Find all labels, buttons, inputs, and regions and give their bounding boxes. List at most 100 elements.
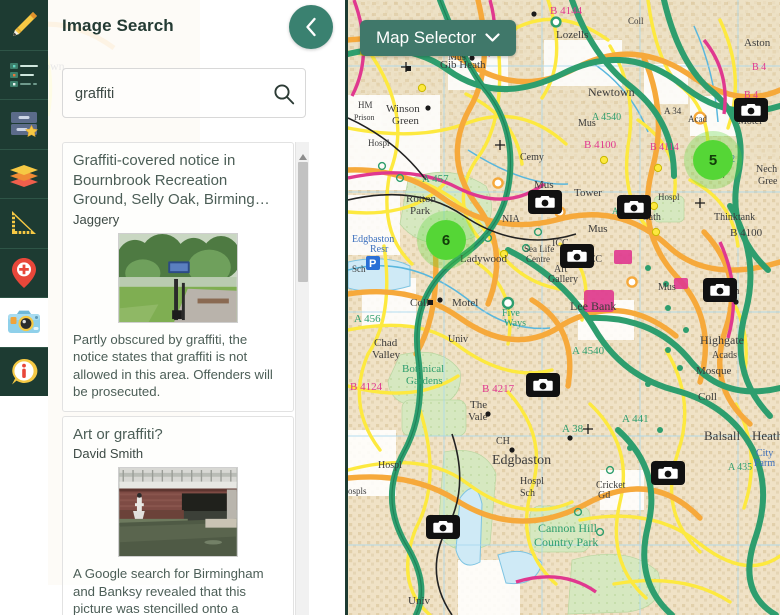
svg-text:Acads: Acads [712, 350, 737, 361]
svg-text:Country Park: Country Park [534, 535, 598, 549]
svg-text:Sea Life: Sea Life [524, 244, 554, 254]
result-title: Art or graffiti? [73, 425, 283, 445]
svg-text:Coll: Coll [410, 297, 429, 309]
svg-text:A 457: A 457 [422, 173, 449, 185]
svg-text:Rotton: Rotton [406, 193, 436, 205]
collapse-panel-button[interactable] [289, 5, 333, 49]
camera-icon [567, 249, 587, 263]
photo-marker[interactable] [528, 190, 562, 214]
svg-text:A 441: A 441 [622, 413, 649, 425]
chevron-left-icon [303, 16, 319, 38]
svg-text:Acad: Acad [688, 114, 707, 124]
svg-text:Hospl: Hospl [378, 460, 402, 471]
svg-text:NIA: NIA [502, 214, 521, 225]
search-results-list[interactable]: Graffiti-covered notice in Bournbrook Re… [62, 142, 294, 615]
svg-text:Hospl: Hospl [658, 192, 680, 202]
sidebar-item-draw[interactable] [0, 0, 48, 50]
svg-text:Gardens: Gardens [406, 375, 443, 387]
photo-marker[interactable] [560, 244, 594, 268]
result-thumbnail-wrap [73, 467, 283, 557]
camera-icon [433, 520, 453, 534]
list-item[interactable]: Graffiti-covered notice in Bournbrook Re… [62, 142, 294, 412]
svg-text:Hospl: Hospl [368, 138, 390, 148]
svg-text:Botanical: Botanical [402, 363, 444, 375]
svg-text:Centre: Centre [526, 254, 550, 264]
svg-text:Nech: Nech [756, 164, 777, 175]
svg-text:Valley: Valley [372, 349, 401, 361]
photo-marker[interactable] [426, 515, 460, 539]
svg-text:Resr: Resr [370, 244, 389, 255]
svg-text:Sch: Sch [352, 264, 366, 274]
svg-text:B 4100: B 4100 [730, 227, 763, 239]
camera-icon [741, 103, 761, 117]
svg-text:Gree: Gree [758, 176, 778, 187]
photo-marker[interactable] [703, 278, 737, 302]
svg-text:Sch: Sch [520, 488, 535, 499]
svg-text:Edgbaston: Edgbaston [492, 453, 551, 468]
map-canvas[interactable]: B 4144 Lozells Coll Aston Newtown A 34 A… [348, 0, 780, 615]
svg-text:Mosque: Mosque [696, 365, 732, 377]
result-thumbnail[interactable] [118, 467, 238, 557]
map-selector-button[interactable]: Map Selector [360, 20, 516, 56]
svg-text:Hospl: Hospl [520, 476, 544, 487]
parking-symbol: P [366, 256, 380, 270]
result-thumbnail[interactable] [118, 233, 238, 323]
result-thumbnail-wrap [73, 233, 283, 323]
svg-text:Mus: Mus [588, 223, 608, 235]
svg-text:Winson: Winson [386, 103, 420, 115]
photo-marker[interactable] [526, 373, 560, 397]
sidebar-item-places[interactable] [0, 248, 48, 298]
result-description: Partly obscured by graffiti, the notice … [73, 331, 283, 401]
sidebar-item-favourites[interactable] [0, 99, 48, 149]
photo-marker[interactable] [734, 98, 768, 122]
svg-text:Highgate: Highgate [700, 333, 744, 347]
svg-text:The: The [470, 399, 487, 411]
map-tiles: B 4144 Lozells Coll Aston Newtown A 34 A… [348, 0, 780, 615]
results-scrollbar[interactable] [295, 142, 309, 615]
svg-text:HM: HM [358, 100, 373, 110]
search-button[interactable] [271, 81, 297, 107]
svg-text:A 38: A 38 [562, 423, 584, 435]
sidebar-item-image-search[interactable] [0, 297, 48, 347]
sidebar-item-information[interactable] [0, 347, 48, 397]
svg-text:Ladywood: Ladywood [460, 253, 508, 265]
cluster-marker[interactable]: 6 [426, 220, 466, 260]
pin-icon [11, 257, 37, 289]
svg-text:Prison: Prison [354, 113, 374, 122]
app-root: B 4144 Lozells Coll Aston Newtown A 34 A… [0, 0, 780, 615]
svg-text:Mus: Mus [658, 282, 676, 293]
search-input[interactable] [75, 69, 265, 119]
svg-text:Univ: Univ [408, 595, 431, 607]
photo-marker[interactable] [651, 461, 685, 485]
chevron-down-icon [485, 33, 500, 43]
svg-text:Motel: Motel [452, 297, 478, 309]
image-search-panel: Gib Heath Rotton Park Newtown Ladywood I… [48, 0, 348, 615]
svg-text:Univ: Univ [448, 334, 468, 345]
svg-text:Cemy: Cemy [520, 152, 544, 163]
svg-text:Gib Heath: Gib Heath [440, 59, 486, 71]
sidebar-item-layers[interactable] [0, 149, 48, 199]
list-item[interactable]: Art or graffiti? David Smith [62, 416, 294, 615]
drawer-star-icon [8, 109, 40, 139]
result-author: Jaggery [73, 212, 283, 227]
sidebar-item-measure[interactable] [0, 198, 48, 248]
svg-text:B 4114: B 4114 [650, 142, 679, 153]
svg-text:Chad: Chad [374, 337, 398, 349]
svg-text:B 4217: B 4217 [482, 383, 515, 395]
svg-text:Newtown: Newtown [588, 85, 635, 99]
photo-marker[interactable] [617, 195, 651, 219]
cluster-marker[interactable]: 5 [693, 140, 733, 180]
search-icon [273, 83, 295, 105]
svg-text:Balsall: Balsall [704, 428, 740, 443]
sidebar-item-filters[interactable] [0, 50, 48, 100]
result-title: Graffiti-covered notice in Bournbrook Re… [73, 151, 283, 210]
panel-divider [345, 0, 348, 615]
svg-text:P: P [369, 258, 376, 270]
svg-text:A 34: A 34 [664, 106, 682, 116]
svg-text:B 4124: B 4124 [350, 381, 383, 393]
search-box[interactable] [62, 68, 306, 118]
svg-text:CH: CH [496, 436, 510, 447]
results-scrollbar-thumb[interactable] [298, 162, 308, 282]
svg-text:Heath: Heath [752, 428, 780, 443]
svg-text:B 4100: B 4100 [584, 139, 617, 151]
